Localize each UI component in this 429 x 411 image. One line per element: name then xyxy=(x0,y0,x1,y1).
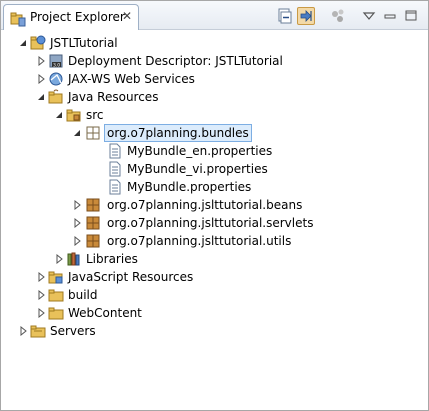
maximize-icon[interactable] xyxy=(402,7,420,25)
tree-item-label: MyBundle_vi.properties xyxy=(127,162,268,176)
collapsed-arrow-icon[interactable] xyxy=(36,73,46,85)
tree-item-label: JAX-WS Web Services xyxy=(68,72,195,86)
tree-item-label: build xyxy=(68,288,98,302)
collapsed-arrow-icon[interactable] xyxy=(72,235,82,247)
project-tree: JSTLTutorial 3.0 Deployment Descriptor: … xyxy=(1,31,428,410)
tree-item-label: Java Resources xyxy=(68,90,159,104)
tree-item-project[interactable]: JSTLTutorial xyxy=(1,34,201,52)
tree-item-label: JavaScript Resources xyxy=(68,270,194,284)
collapse-all-icon[interactable] xyxy=(276,7,294,25)
package-icon xyxy=(85,215,101,231)
tree-item-webcontent[interactable]: WebContent xyxy=(1,304,201,322)
expanded-arrow-icon[interactable] xyxy=(18,37,28,47)
tree-item-label: Libraries xyxy=(86,252,138,266)
tree-item-bundle-vi[interactable]: MyBundle_vi.properties xyxy=(1,160,301,178)
web-project-icon xyxy=(30,35,46,51)
properties-file-icon xyxy=(107,179,123,195)
package-icon xyxy=(85,125,101,141)
collapsed-arrow-icon[interactable] xyxy=(36,289,46,301)
properties-file-icon xyxy=(107,143,123,159)
tree-item-label: MyBundle.properties xyxy=(127,180,252,194)
tree-item-libraries[interactable]: Libraries xyxy=(1,250,301,268)
tree-item-label: Deployment Descriptor: JSTLTutorial xyxy=(68,54,283,68)
tree-item-label: org.o7planning.jslttutorial.beans xyxy=(107,198,303,212)
close-icon[interactable]: ✕ xyxy=(120,9,134,23)
tree-item-beans-package[interactable]: org.o7planning.jslttutorial.beans xyxy=(1,196,341,214)
tree-item-bundle-en[interactable]: MyBundle_en.properties xyxy=(1,142,301,160)
collapsed-arrow-icon[interactable] xyxy=(72,199,82,211)
tree-item-utils-package[interactable]: org.o7planning.jslttutorial.utils xyxy=(1,232,341,250)
tab-title: Project Explorer xyxy=(30,10,125,24)
filter-icon[interactable] xyxy=(329,7,347,25)
web-services-icon xyxy=(48,71,64,87)
libraries-icon xyxy=(66,251,82,267)
tree-item-servlets-package[interactable]: org.o7planning.jslttutorial.servlets xyxy=(1,214,341,232)
minimize-icon[interactable] xyxy=(381,7,399,25)
link-with-editor-icon[interactable] xyxy=(297,7,315,25)
tree-item-deployment-descriptor[interactable]: 3.0 Deployment Descriptor: JSTLTutorial xyxy=(1,52,301,70)
tree-item-label: org.o7planning.jslttutorial.servlets xyxy=(107,216,314,230)
tree-item-label: org.o7planning.jslttutorial.utils xyxy=(107,234,292,248)
collapsed-arrow-icon[interactable] xyxy=(36,55,46,67)
servers-folder-icon xyxy=(30,323,46,339)
tree-item-label: Servers xyxy=(50,324,96,338)
expanded-arrow-icon[interactable] xyxy=(72,127,82,137)
collapsed-arrow-icon[interactable] xyxy=(36,271,46,283)
tree-item-servers[interactable]: Servers xyxy=(1,322,201,340)
view-titlebar: Project Explorer ✕ xyxy=(1,1,428,30)
package-icon xyxy=(85,197,101,213)
tab-project-explorer[interactable]: Project Explorer ✕ xyxy=(3,4,139,30)
tree-item-js-resources[interactable]: JavaScript Resources xyxy=(1,268,301,286)
tree-item-jaxws[interactable]: JAX-WS Web Services xyxy=(1,70,301,88)
package-icon xyxy=(85,233,101,249)
expanded-arrow-icon[interactable] xyxy=(54,109,64,119)
tree-item-bundle-default[interactable]: MyBundle.properties xyxy=(1,178,301,196)
project-explorer-icon xyxy=(10,11,26,27)
tree-item-label: org.o7planning.bundles xyxy=(104,124,252,142)
folder-icon xyxy=(48,287,64,303)
java-resources-icon xyxy=(48,89,64,105)
tree-item-java-resources[interactable]: Java Resources xyxy=(1,88,301,106)
tree-item-build[interactable]: build xyxy=(1,286,201,304)
svg-text:3.0: 3.0 xyxy=(53,62,60,68)
project-explorer-view: Project Explorer ✕ JSTLTutorial 3.0 Depl… xyxy=(0,0,429,411)
tree-item-bundles-package[interactable]: org.o7planning.bundles xyxy=(1,124,301,142)
source-folder-icon xyxy=(66,107,82,123)
expanded-arrow-icon[interactable] xyxy=(36,91,46,101)
collapsed-arrow-icon[interactable] xyxy=(18,325,28,337)
collapsed-arrow-icon[interactable] xyxy=(72,217,82,229)
javascript-resources-icon xyxy=(48,269,64,285)
tree-item-label: MyBundle_en.properties xyxy=(127,144,273,158)
deployment-descriptor-icon: 3.0 xyxy=(48,53,64,69)
tree-item-label: WebContent xyxy=(68,306,142,320)
properties-file-icon xyxy=(107,161,123,177)
tree-item-label: JSTLTutorial xyxy=(50,36,118,50)
view-menu-icon[interactable] xyxy=(360,7,378,25)
collapsed-arrow-icon[interactable] xyxy=(36,307,46,319)
collapsed-arrow-icon[interactable] xyxy=(54,253,64,265)
tree-item-label: src xyxy=(86,108,104,122)
folder-icon xyxy=(48,305,64,321)
tree-item-src[interactable]: src xyxy=(1,106,301,124)
